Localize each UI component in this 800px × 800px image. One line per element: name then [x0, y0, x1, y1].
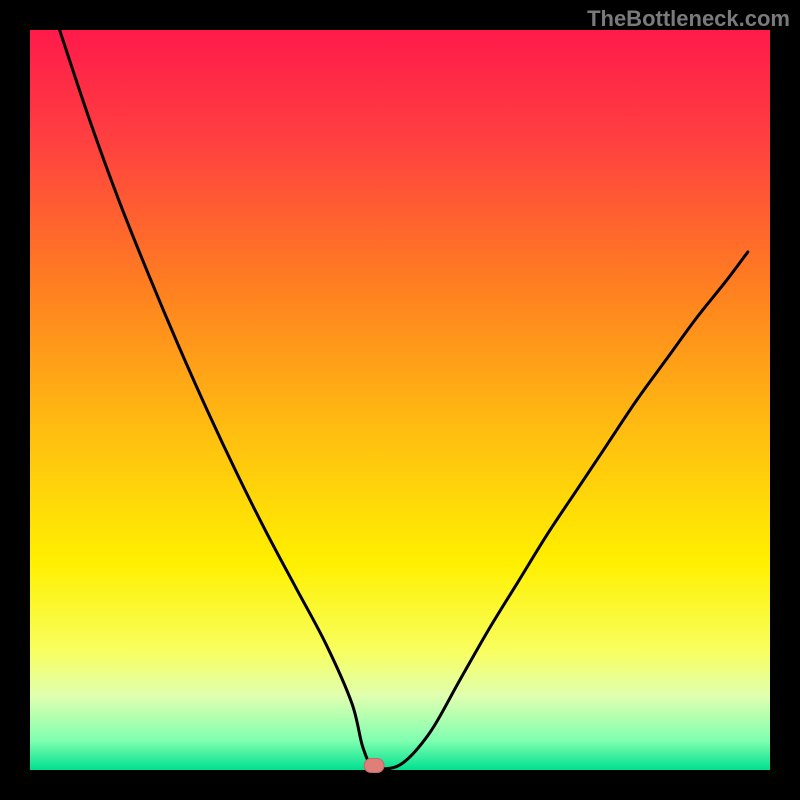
watermark-text: TheBottleneck.com — [587, 6, 790, 32]
chart-frame — [770, 30, 800, 770]
chart-frame — [0, 30, 30, 770]
chart-container: TheBottleneck.com — [0, 0, 800, 800]
optimal-point-marker — [364, 759, 384, 773]
chart-frame — [0, 770, 800, 800]
gradient-background — [30, 30, 770, 770]
bottleneck-chart — [0, 0, 800, 800]
